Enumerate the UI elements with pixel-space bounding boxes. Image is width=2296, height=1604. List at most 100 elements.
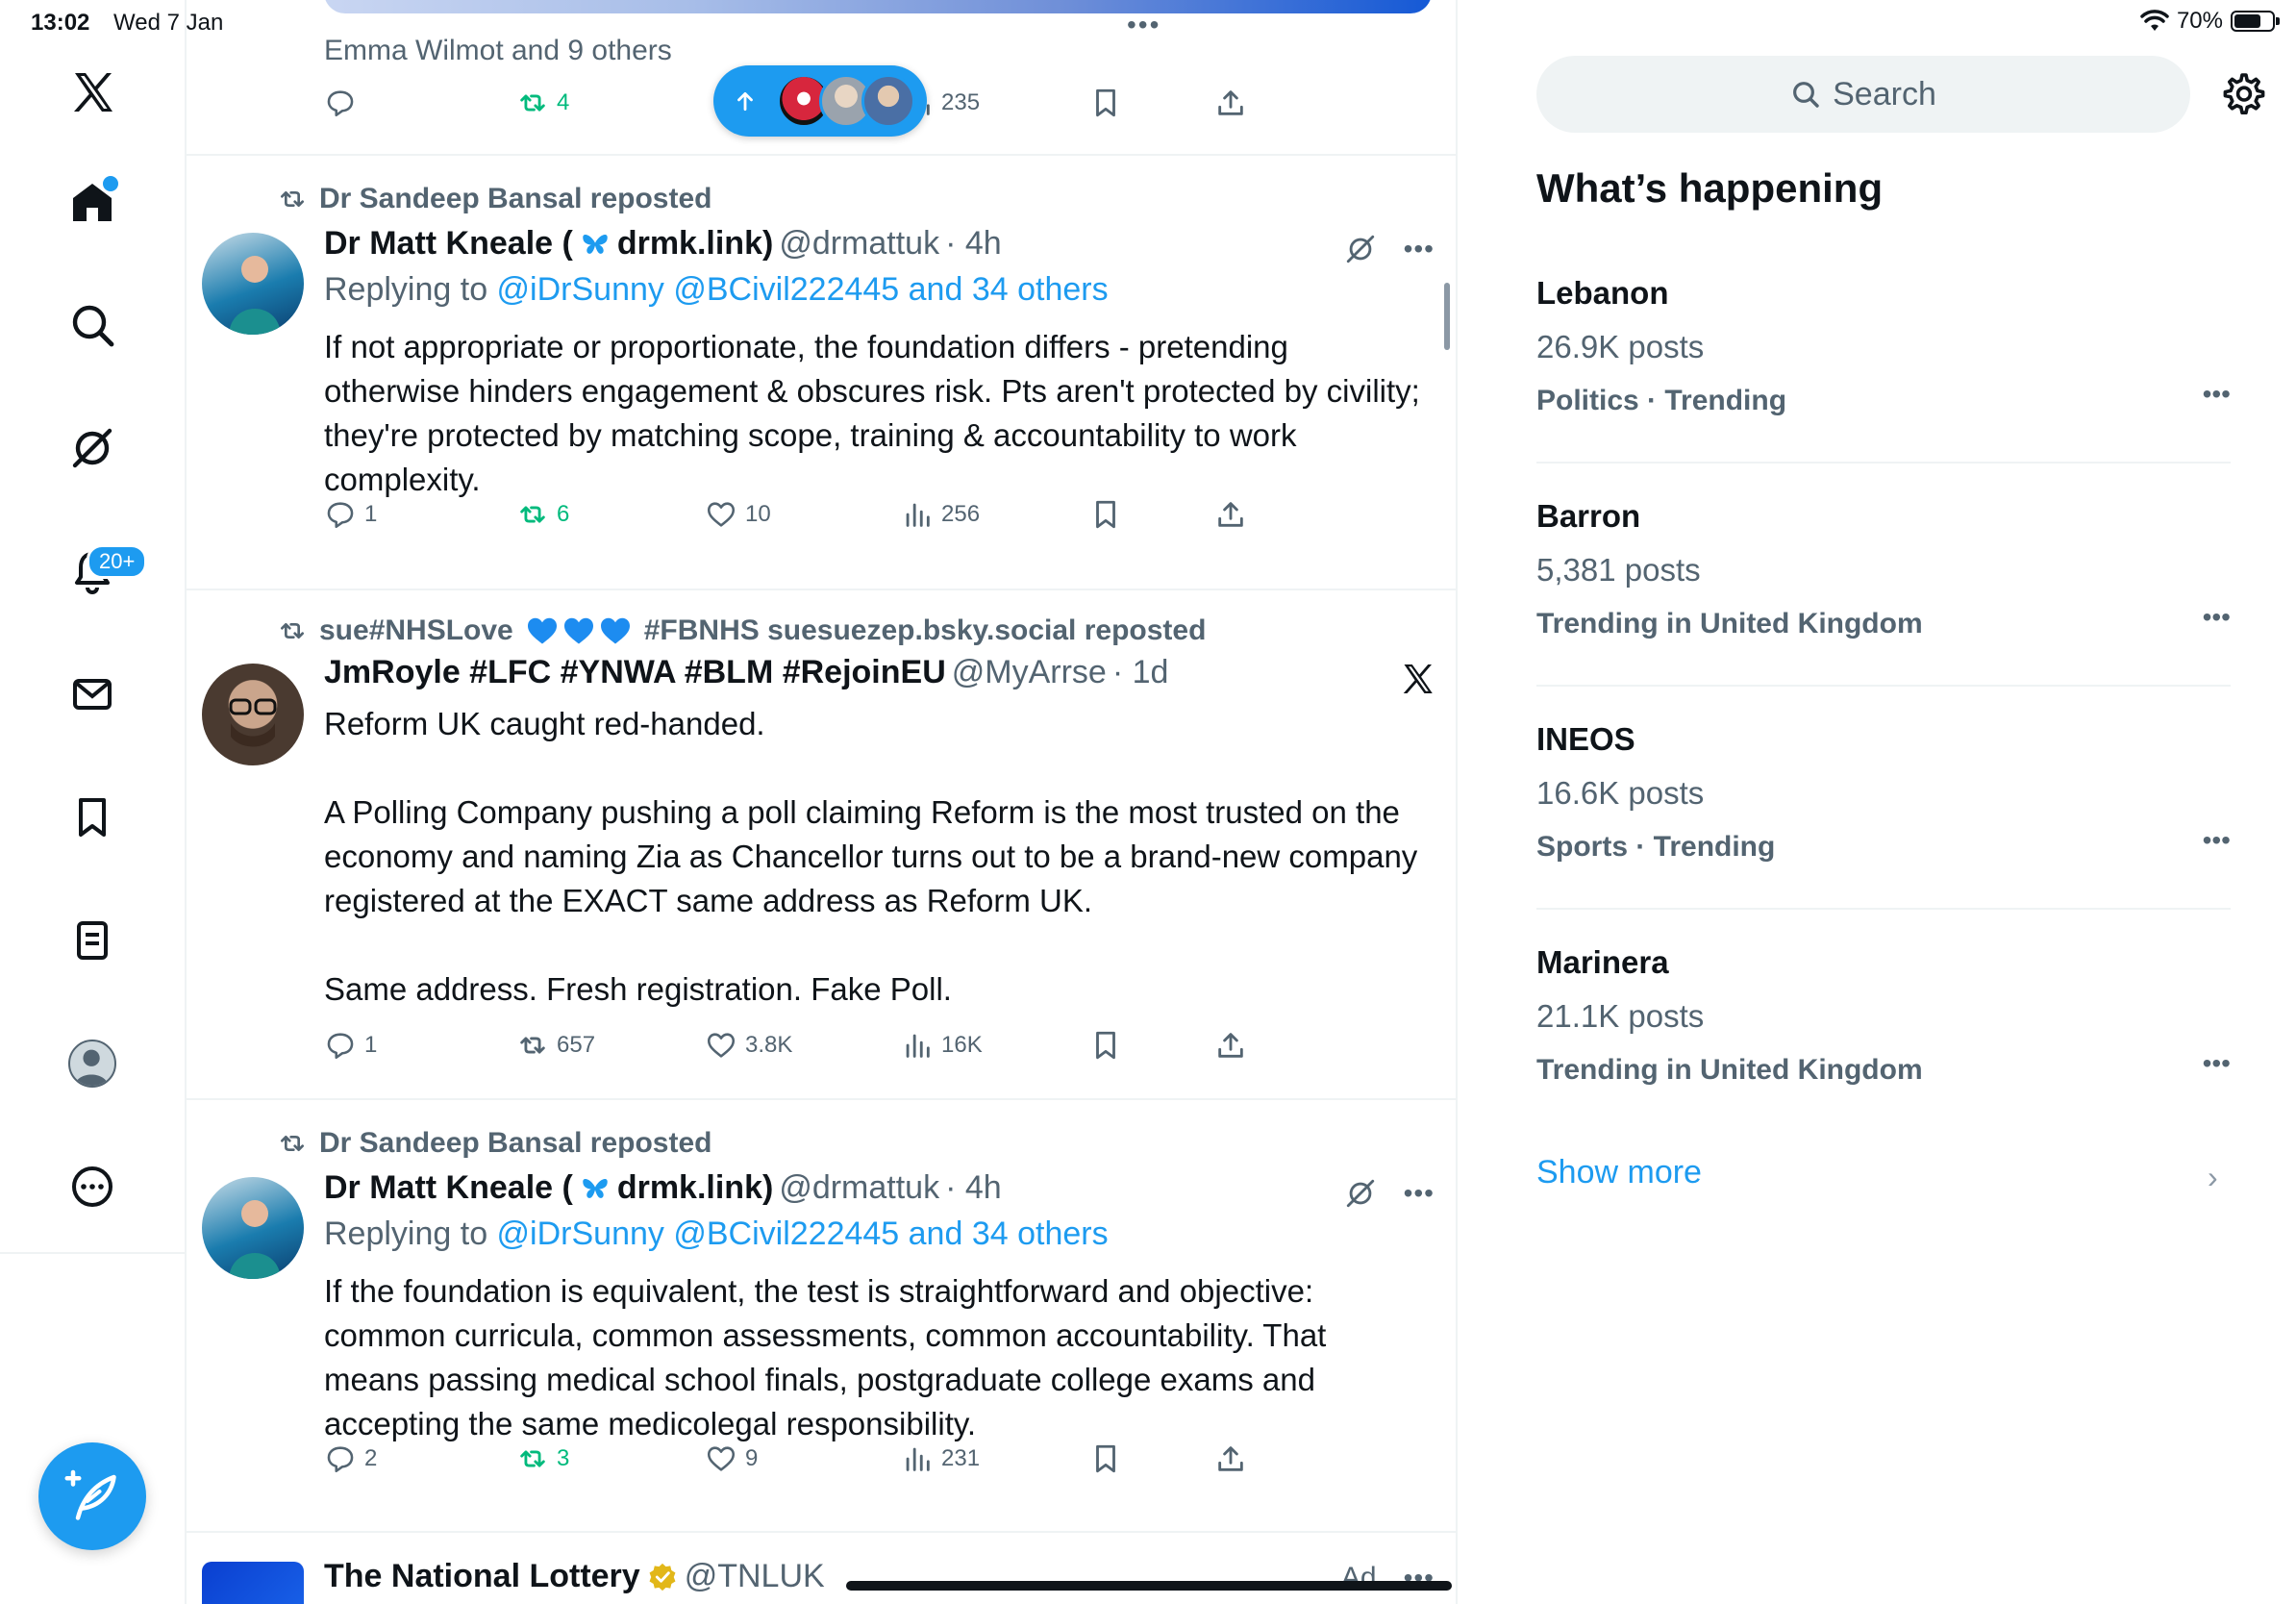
tweet-text: If not appropriate or proportionate, the… (324, 329, 1430, 497)
status-right: 70% (2140, 8, 2280, 35)
lists-icon[interactable] (46, 894, 138, 987)
gear-icon[interactable] (2221, 71, 2267, 117)
trend-divider (1536, 908, 2231, 910)
bookmark-button[interactable] (1089, 87, 1122, 119)
chevron-right-icon[interactable]: › (2208, 1160, 2218, 1195)
reply-button[interactable]: 1 (324, 498, 377, 531)
retweet-button[interactable]: 4 (516, 87, 569, 119)
compose-button[interactable] (38, 1442, 146, 1550)
bookmarks-icon[interactable] (46, 771, 138, 864)
post-media[interactable] (324, 0, 1432, 13)
search-placeholder: Search (1833, 75, 1936, 113)
reply-button[interactable]: 1 (324, 1029, 377, 1062)
trend-item[interactable]: Lebanon 26.9K posts Politics · Trending … (1536, 275, 2231, 419)
media-more-icon[interactable]: ••• (1127, 10, 1160, 40)
like-button[interactable]: 9 (705, 1442, 758, 1475)
home-icon[interactable] (46, 156, 138, 248)
trend-item[interactable]: INEOS 16.6K posts Sports · Trending ••• (1536, 721, 2231, 865)
show-more-link[interactable]: Show more (1536, 1154, 1702, 1191)
bookmark-button[interactable] (1089, 1029, 1122, 1062)
tweet[interactable]: sue#NHSLove #FBNHS suesuezep.bsky.social… (185, 590, 1456, 1098)
retweet-count: 4 (557, 89, 570, 115)
replying-to-links[interactable]: @iDrSunny @BCivil222445 and 34 others (497, 1216, 1109, 1252)
trend-posts: 5,381 posts (1536, 552, 1701, 588)
display-name[interactable]: Dr Matt Kneale ( (324, 225, 573, 263)
views-icon (906, 1034, 930, 1058)
views-button[interactable]: 256 (901, 498, 980, 531)
share-button[interactable] (1214, 1442, 1247, 1475)
more-icon[interactable]: ••• (2203, 1048, 2231, 1079)
x-logo-icon[interactable] (1400, 662, 1435, 696)
search-icon[interactable] (46, 279, 138, 371)
bookmark-icon (1096, 500, 1115, 529)
replying-to-links[interactable]: @iDrSunny @BCivil222445 and 34 others (497, 271, 1109, 308)
blue-heart-icon (527, 617, 557, 644)
bookmark-button[interactable] (1089, 498, 1122, 531)
bookmark-button[interactable] (1089, 1442, 1122, 1475)
share-button[interactable] (1214, 498, 1247, 531)
bookmark-icon (1096, 88, 1115, 117)
grok-icon[interactable] (46, 402, 138, 494)
retweet-button[interactable]: 6 (516, 498, 569, 531)
grok-icon[interactable] (1344, 233, 1377, 265)
trend-name: Barron (1536, 498, 1641, 534)
more-icon[interactable]: ••• (1404, 1178, 1435, 1209)
retweet-button[interactable]: 657 (516, 1029, 595, 1062)
display-name[interactable]: The National Lottery (324, 1558, 640, 1595)
trend-item[interactable]: Marinera 21.1K posts Trending in United … (1536, 944, 2231, 1089)
more-icon[interactable]: ••• (2203, 602, 2231, 633)
tweet-ad[interactable]: The National Lottery @TNLUK Ad ••• (185, 1533, 1456, 1604)
messages-icon[interactable] (46, 648, 138, 740)
avatar[interactable] (202, 233, 304, 335)
tweet[interactable]: Dr Sandeep Bansal reposted Dr Matt Kneal… (185, 156, 1456, 590)
home-indicator[interactable] (846, 1581, 1452, 1591)
display-name[interactable]: Dr Matt Kneale ( (324, 1169, 573, 1207)
main-feed: ••• Emma Wilmot and 9 others 4 235 Dr Sa… (185, 0, 1458, 1604)
more-icon[interactable]: ••• (1404, 234, 1435, 264)
butterfly-icon (583, 234, 608, 254)
trend-item[interactable]: Barron 5,381 posts Trending in United Ki… (1536, 498, 2231, 642)
more-icon[interactable]: ••• (2203, 825, 2231, 856)
new-posts-pill[interactable] (713, 65, 927, 137)
grok-icon[interactable] (1344, 1177, 1377, 1210)
tweet-header: The National Lottery @TNLUK (324, 1558, 825, 1595)
tweet-top-icons (1400, 662, 1435, 696)
bookmark-icon (1096, 1444, 1115, 1473)
more-icon[interactable]: ••• (2203, 379, 2231, 410)
x-logo-icon[interactable] (46, 46, 138, 138)
share-button[interactable] (1214, 1029, 1247, 1062)
share-button[interactable] (1214, 87, 1247, 119)
arrow-up-icon (737, 92, 753, 112)
retweet-button[interactable]: 3 (516, 1442, 569, 1475)
replying-to: Replying to @iDrSunny @BCivil222445 and … (324, 271, 1109, 308)
reply-button[interactable]: 2 (324, 1442, 377, 1475)
like-button[interactable]: 3.8K (705, 1029, 792, 1062)
display-name-suffix[interactable]: drmk.link) (617, 225, 773, 263)
trend-category: Trending in United Kingdom (1536, 1054, 1923, 1086)
reply-icon (327, 1446, 354, 1473)
handle[interactable]: @MyArrse (952, 654, 1107, 691)
reply-button[interactable] (324, 87, 357, 119)
repost-attribution: Dr Sandeep Bansal reposted (277, 1127, 711, 1160)
more-icon[interactable] (46, 1140, 138, 1233)
profile-icon[interactable] (46, 1017, 138, 1110)
handle[interactable]: @TNLUK (685, 1558, 825, 1595)
tweet-text: If the foundation is equivalent, the tes… (324, 1273, 1335, 1441)
search-input[interactable]: Search (1536, 56, 2190, 133)
trend-category: Trending in United Kingdom (1536, 608, 1923, 639)
views-button[interactable]: 231 (901, 1442, 980, 1475)
views-icon (906, 1447, 930, 1471)
scrollbar-thumb[interactable] (1444, 283, 1450, 350)
tweet[interactable]: Dr Sandeep Bansal reposted Dr Matt Kneal… (185, 1100, 1456, 1531)
views-button[interactable]: 16K (901, 1029, 983, 1062)
display-name[interactable]: JmRoyle #LFC #YNWA #BLM #RejoinEU (324, 654, 946, 691)
battery-fill (2234, 14, 2260, 28)
handle[interactable]: @drmattuk (779, 1169, 939, 1207)
avatar[interactable] (202, 1562, 304, 1604)
left-nav: 20+ (0, 0, 187, 1604)
display-name-suffix[interactable]: drmk.link) (617, 1169, 773, 1207)
avatar[interactable] (202, 1177, 304, 1279)
like-button[interactable]: 10 (705, 498, 771, 531)
handle[interactable]: @drmattuk (779, 225, 939, 263)
avatar[interactable] (202, 664, 304, 765)
